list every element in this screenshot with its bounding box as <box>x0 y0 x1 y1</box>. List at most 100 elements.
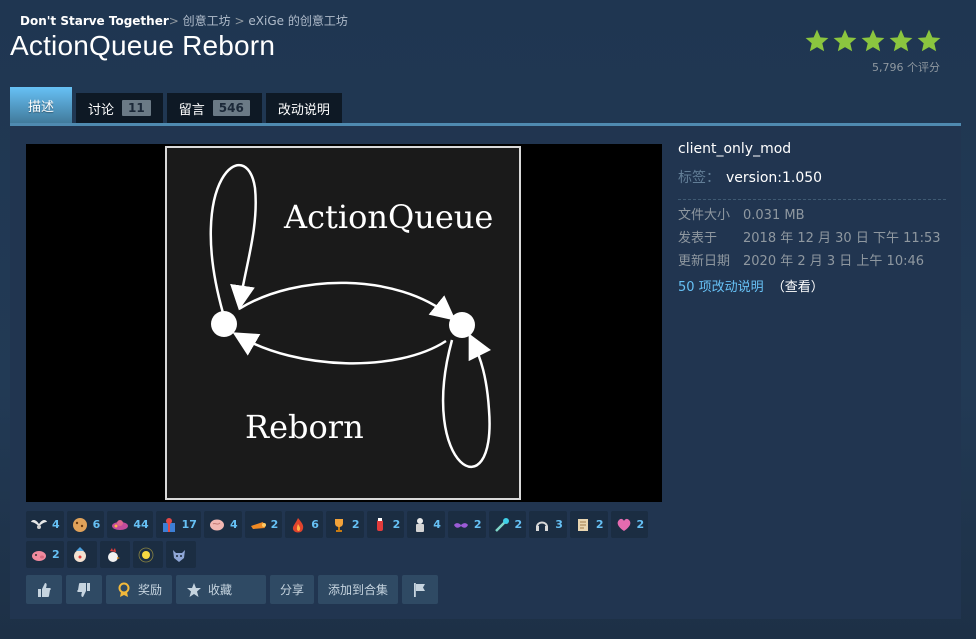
comment-count-badge: 546 <box>212 100 250 116</box>
pig-award-icon <box>32 550 46 561</box>
tab-label: 描述 <box>28 99 55 115</box>
award-item[interactable]: 3 <box>529 511 567 538</box>
award-button-label: 奖励 <box>138 583 163 597</box>
breadcrumb-separator: > <box>168 14 179 28</box>
star-icon <box>889 29 913 52</box>
vote-down-button[interactable] <box>66 575 102 604</box>
scroll-award-icon <box>577 518 588 531</box>
award-count: 2 <box>351 518 360 531</box>
view-change-notes-link[interactable]: （查看） <box>772 280 824 295</box>
tags-label: 标签： <box>678 170 720 186</box>
tag-client-only[interactable]: client_only_mod <box>678 141 946 157</box>
award-count: 2 <box>52 548 60 561</box>
award-item[interactable]: 44 <box>107 511 153 538</box>
award-count: 2 <box>270 518 279 531</box>
award-count: 4 <box>52 518 60 531</box>
comet-award-icon <box>494 517 509 532</box>
breadcrumb-game-link[interactable]: Don't Starve Together <box>20 14 169 28</box>
star-icon <box>833 29 857 52</box>
tab-bar: 描述 讨论 11 留言 546 改动说明 <box>10 87 342 123</box>
award-item[interactable]: 2 <box>244 511 283 538</box>
stat-value: 2020 年 2 月 3 日 上午 10:46 <box>743 254 925 269</box>
breadcrumb: Don't Starve Together> 创意工坊 > eXiGe 的创意工… <box>20 12 348 29</box>
clown-award-icon <box>73 546 86 562</box>
favorite-button[interactable]: 收藏 <box>176 575 267 604</box>
details-divider <box>678 199 946 201</box>
stat-label: 文件大小 <box>678 208 731 223</box>
award-item[interactable] <box>99 541 130 568</box>
report-button[interactable] <box>402 575 439 604</box>
award-item[interactable]: 4 <box>407 511 445 538</box>
breadcrumb-separator: > <box>234 14 245 28</box>
award-item[interactable]: 2 <box>325 511 364 538</box>
award-item[interactable]: 2 <box>569 511 608 538</box>
vote-up-button[interactable] <box>26 575 62 604</box>
thumbs-down-icon <box>77 582 90 597</box>
award-item[interactable]: 2 <box>366 511 405 538</box>
headphones-award-icon <box>536 521 549 531</box>
tab-change-notes[interactable]: 改动说明 <box>265 93 342 123</box>
rating-stars <box>804 28 942 54</box>
award-count: 6 <box>92 518 101 531</box>
stat-label: 发表于 <box>678 231 718 246</box>
tab-comments[interactable]: 留言 546 <box>166 93 262 123</box>
change-notes-row: 50 项改动说明 （查看） <box>678 276 946 295</box>
award-count: 17 <box>181 518 197 531</box>
breadcrumb-author-link[interactable]: eXiGe 的创意工坊 <box>248 14 347 28</box>
stat-file-size: 文件大小 0.031 MB <box>678 207 946 224</box>
potion-award-icon <box>376 517 383 531</box>
award-item[interactable] <box>66 541 97 568</box>
clover-award-icon <box>112 519 129 530</box>
cookie-award-icon <box>72 517 87 532</box>
brain-award-icon <box>209 519 224 530</box>
statue-award-icon <box>416 517 425 532</box>
award-item[interactable]: 2 <box>610 511 649 538</box>
rating-count: 5,796 个评分 <box>872 61 940 74</box>
stat-value: 2018 年 12 月 30 日 下午 11:53 <box>743 231 941 246</box>
award-item[interactable] <box>165 541 196 568</box>
change-notes-link[interactable]: 50 项改动说明 <box>678 280 764 295</box>
preview-media[interactable]: ActionQueue Reborn <box>26 144 662 502</box>
award-item[interactable]: 17 <box>155 511 201 538</box>
award-item[interactable]: 6 <box>66 511 105 538</box>
star-icon <box>917 29 941 52</box>
content-panel: ActionQueue Reborn client_only_mod 标签： ve… <box>10 123 961 619</box>
preview-title-line2: Reborn <box>245 408 364 446</box>
tag-version[interactable]: version:1.050 <box>726 170 822 186</box>
award-count: 2 <box>473 518 482 531</box>
award-item[interactable] <box>132 541 163 568</box>
tab-label: 讨论 <box>88 102 115 118</box>
page-title: ActionQueue Reborn <box>10 30 276 61</box>
wolf-award-icon <box>172 549 185 562</box>
details-panel: client_only_mod 标签： version:1.050 文件大小 0.0… <box>678 141 946 295</box>
award-count: 4 <box>433 518 441 531</box>
stat-updated: 更新日期 2020 年 2 月 3 日 上午 10:46 <box>678 253 946 270</box>
add-to-collection-button[interactable]: 添加到合集 <box>318 575 399 604</box>
share-button[interactable]: 分享 <box>270 575 315 604</box>
award-count: 6 <box>311 518 319 531</box>
wings-award-icon <box>31 519 47 529</box>
award-item[interactable]: 2 <box>447 511 486 538</box>
award-item[interactable]: 6 <box>285 511 323 538</box>
tab-description[interactable]: 描述 <box>10 87 73 123</box>
stat-posted: 发表于 2018 年 12 月 30 日 下午 11:53 <box>678 230 946 247</box>
award-item[interactable]: 4 <box>26 511 64 538</box>
star-outline-icon <box>187 582 202 597</box>
horn-award-icon <box>250 521 266 529</box>
award-item[interactable]: 2 <box>26 541 64 568</box>
stat-value: 0.031 MB <box>743 208 805 223</box>
award-item[interactable]: 4 <box>203 511 242 538</box>
tab-discussions[interactable]: 讨论 11 <box>76 93 163 123</box>
tab-label: 改动说明 <box>277 102 330 118</box>
award-count: 2 <box>514 518 523 531</box>
discussion-count-badge: 11 <box>122 100 151 116</box>
favorite-button-label: 收藏 <box>208 583 233 597</box>
award-count: 4 <box>229 518 238 531</box>
heart-award-icon <box>617 518 630 531</box>
share-button-label: 分享 <box>280 583 305 597</box>
breadcrumb-workshop-link[interactable]: 创意工坊 <box>183 14 231 28</box>
award-item[interactable]: 2 <box>488 511 527 538</box>
award-button[interactable]: 奖励 <box>106 575 173 604</box>
awards-list: 4 6 44 17 4 2 6 2 2 4 2 2 3 2 2 2 <box>26 511 656 568</box>
award-ribbon-icon <box>118 582 130 597</box>
